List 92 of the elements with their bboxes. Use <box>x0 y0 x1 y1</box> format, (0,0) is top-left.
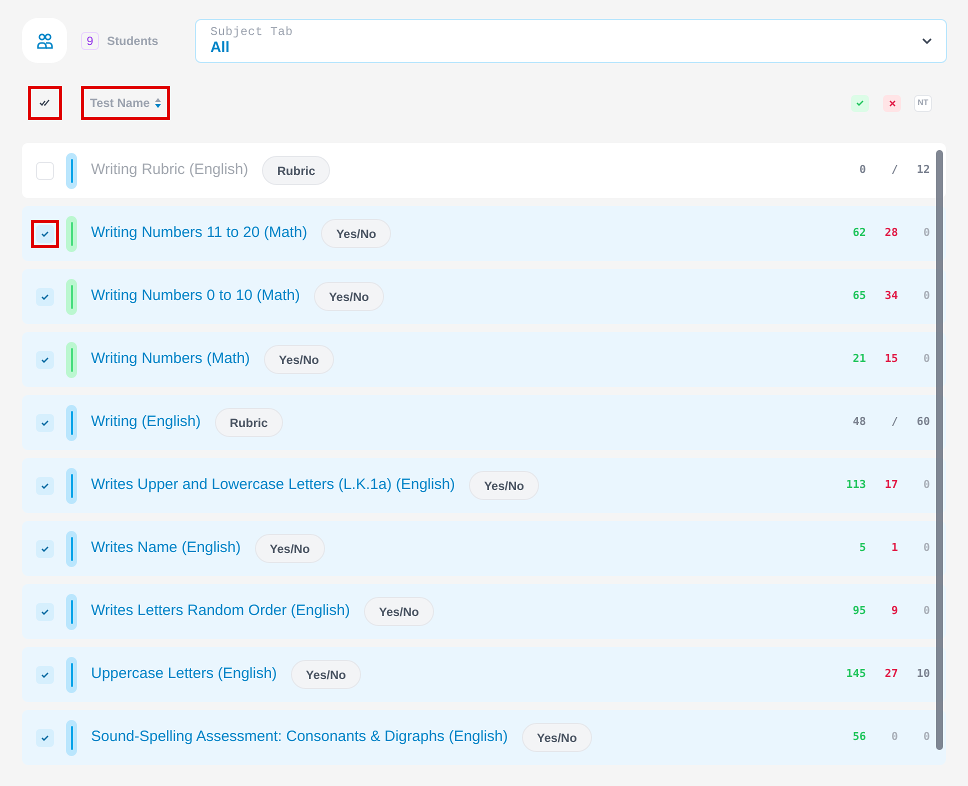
not-tested-count: 0 <box>922 351 930 368</box>
no-count: 1 <box>890 540 898 556</box>
checkbox[interactable] <box>36 476 54 494</box>
students-button[interactable] <box>22 18 67 63</box>
test-name[interactable]: Sound-Spelling Assessment: Consonants & Digraphs (English) <box>91 726 508 749</box>
test-row[interactable]: Writes Upper and Lowercase Letters (L.K.1a) (English) Yes/No 113 17 0 <box>22 458 946 513</box>
rubric-score: 48 <box>852 414 866 430</box>
type-badge: Yes/No <box>290 660 361 689</box>
test-name[interactable]: Writes Name (English) <box>91 537 241 560</box>
test-name[interactable]: Writes Upper and Lowercase Letters (L.K.1a) (English) <box>91 474 456 497</box>
student-count-badge: 9 <box>81 32 99 50</box>
yes-count: 65 <box>852 288 866 304</box>
yes-count: 113 <box>845 477 866 494</box>
yes-count: 21 <box>852 351 866 368</box>
separator: / <box>890 162 898 178</box>
checkbox[interactable] <box>36 414 54 432</box>
check-icon <box>41 230 49 236</box>
check-icon <box>41 672 49 678</box>
not-tested-count: 10 <box>916 666 930 682</box>
test-name[interactable]: Writing Numbers (Math) <box>91 348 250 371</box>
checkbox[interactable] <box>36 224 54 242</box>
check-icon <box>41 482 49 488</box>
select-all-button[interactable] <box>31 89 59 117</box>
yes-count: 95 <box>852 603 866 620</box>
not-tested-count: 0 <box>922 729 930 746</box>
check-icon <box>41 294 49 300</box>
check-icon <box>41 608 49 614</box>
test-name[interactable]: Writing (English) <box>91 411 201 434</box>
test-name[interactable]: Writes Letters Random Order (English) <box>91 600 350 623</box>
test-row[interactable]: Writing Numbers (Math) Yes/No 21 15 0 <box>22 332 946 387</box>
test-row[interactable]: Uppercase Letters (English) Yes/No 145 27 10 <box>22 647 946 702</box>
dropdown-label: Subject Tab <box>210 24 294 38</box>
yes-count: 56 <box>852 729 866 746</box>
test-name[interactable]: Writing Numbers 0 to 10 (Math) <box>91 285 300 308</box>
scrollbar[interactable] <box>936 150 943 750</box>
type-badge: Yes/No <box>364 597 434 626</box>
type-badge: Yes/No <box>522 723 592 752</box>
no-count: 9 <box>890 603 898 620</box>
check-icon <box>41 734 49 740</box>
test-row[interactable]: Sound-Spelling Assessment: Consonants & Digraphs (English) Yes/No 56 0 0 <box>22 710 946 765</box>
no-count: 17 <box>884 477 898 494</box>
chevron-down-icon <box>922 38 932 44</box>
not-tested-legend: NT <box>914 94 932 112</box>
yes-count: 62 <box>852 225 866 242</box>
no-count: 34 <box>884 288 898 304</box>
type-badge: Yes/No <box>321 219 392 248</box>
test-row[interactable]: Writing Numbers 11 to 20 (Math) Yes/No 62 28 0 <box>22 206 946 261</box>
check-icon <box>41 356 49 362</box>
checkbox[interactable] <box>36 602 54 620</box>
rubric-score: 0 <box>858 162 866 178</box>
no-count: 15 <box>884 351 898 368</box>
not-tested-count: 0 <box>922 225 930 242</box>
no-legend-icon <box>883 94 901 112</box>
subject-dropdown[interactable]: Subject Tab All <box>195 18 948 62</box>
checkbox[interactable] <box>36 350 54 368</box>
test-name[interactable]: Uppercase Letters (English) <box>91 663 277 686</box>
dropdown-value: All <box>210 38 231 56</box>
rubric-total: 60 <box>916 414 930 430</box>
check-icon <box>41 420 49 426</box>
not-tested-count: 0 <box>922 540 930 556</box>
test-row[interactable]: Writing (English) Rubric 48 / 60 <box>22 395 946 450</box>
test-row[interactable]: Writes Name (English) Yes/No 5 1 0 <box>22 521 946 576</box>
test-row[interactable]: Writing Numbers 0 to 10 (Math) Yes/No 65 34 0 <box>22 269 946 324</box>
checkbox[interactable] <box>36 288 54 306</box>
yes-legend-icon <box>851 94 869 112</box>
yes-count: 145 <box>845 666 866 682</box>
sort-icon <box>154 98 161 108</box>
checkbox[interactable] <box>36 540 54 558</box>
students-label: Students <box>107 32 158 50</box>
type-badge: Yes/No <box>264 345 334 374</box>
type-badge: Yes/No <box>469 471 540 500</box>
not-tested-count: 0 <box>922 477 930 494</box>
not-tested-count: 0 <box>922 288 930 304</box>
no-count: 0 <box>890 729 898 746</box>
test-row[interactable]: Writes Letters Random Order (English) Yes/No 95 9 0 <box>22 584 946 639</box>
sort-button[interactable]: Test Name <box>84 89 167 117</box>
no-count: 28 <box>884 225 898 242</box>
check-icon <box>41 546 49 552</box>
type-badge: Yes/No <box>314 282 384 311</box>
type-badge: Rubric <box>214 408 283 437</box>
rubric-total: 12 <box>916 162 930 178</box>
yes-count: 5 <box>858 540 866 556</box>
separator: / <box>890 414 898 430</box>
checkbox[interactable] <box>36 728 54 746</box>
not-tested-count: 0 <box>922 603 930 620</box>
test-name[interactable]: Writing Numbers 11 to 20 (Math) <box>91 222 308 245</box>
double-check-icon <box>39 99 51 107</box>
no-count: 27 <box>884 666 898 682</box>
users-icon <box>36 32 54 50</box>
type-badge: Rubric <box>262 156 330 185</box>
checkbox[interactable] <box>36 666 54 684</box>
type-badge: Yes/No <box>254 534 325 563</box>
